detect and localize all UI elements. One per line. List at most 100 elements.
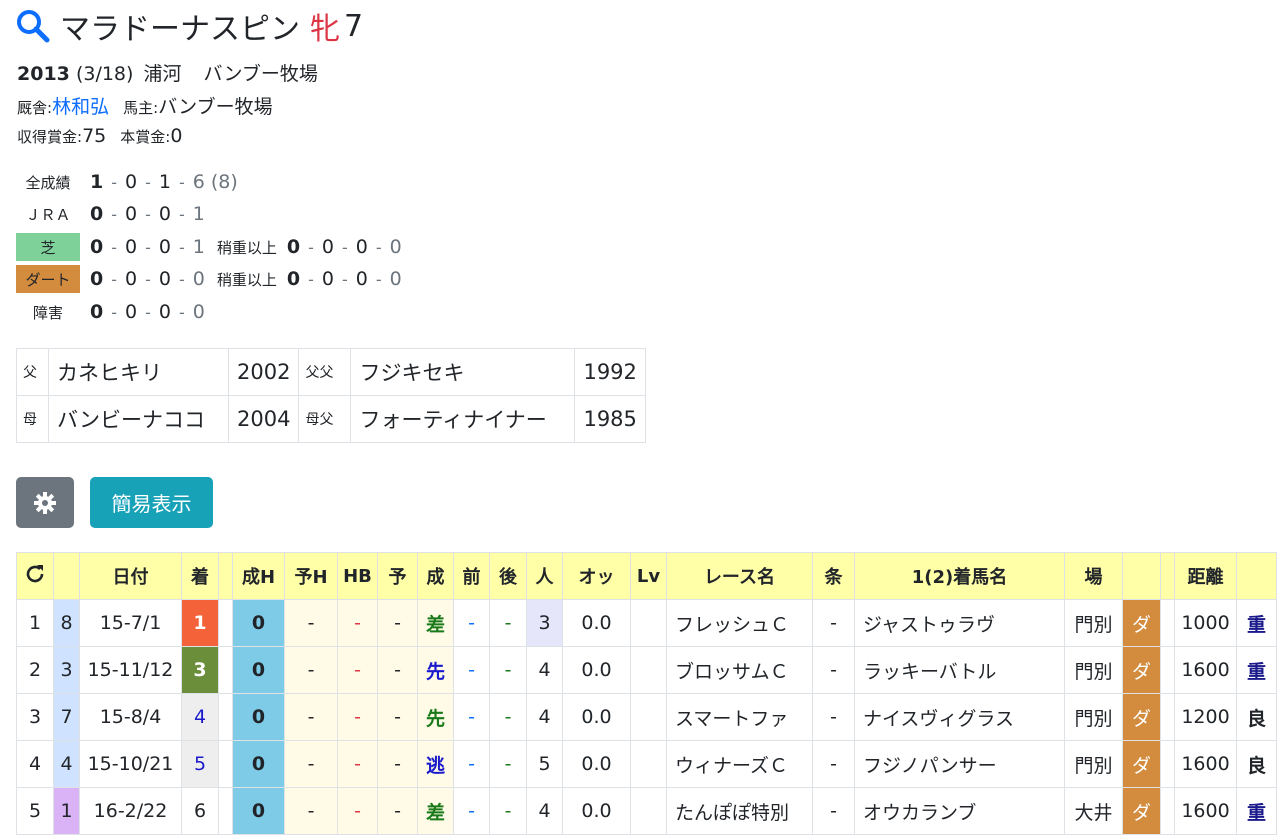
race-date: 15-10/21 xyxy=(79,740,182,788)
main-prize-value: 0 xyxy=(170,125,183,147)
column-header[interactable]: 場 xyxy=(1064,552,1123,600)
winner-name[interactable]: オウカランブ xyxy=(854,787,1065,835)
spacer-cell xyxy=(1160,599,1175,647)
horse-name: マラドーナスピン xyxy=(60,12,300,47)
race-date: 15-8/4 xyxy=(79,693,182,741)
level-cell xyxy=(630,787,667,835)
column-header[interactable] xyxy=(218,552,233,600)
pedigree-year: 2004 xyxy=(227,395,300,443)
course-cell: 門別 xyxy=(1064,646,1123,694)
going-cell: 重 xyxy=(1236,787,1277,835)
waku-cell: 3 xyxy=(53,646,80,694)
race-name[interactable]: フレッシュＣ xyxy=(666,599,813,647)
column-header[interactable]: 予 xyxy=(377,552,418,600)
column-header[interactable]: 人 xyxy=(526,552,563,600)
hb-cell: - xyxy=(337,787,378,835)
pedigree-year: 2002 xyxy=(227,348,300,396)
hb-cell: - xyxy=(337,693,378,741)
record-count: 0 xyxy=(90,268,104,290)
waku-cell: 4 xyxy=(53,740,80,788)
refresh-icon[interactable] xyxy=(23,562,47,586)
record-dash: - xyxy=(341,237,348,257)
race-no: 1 xyxy=(16,599,54,647)
column-header[interactable] xyxy=(1236,552,1277,600)
level-cell xyxy=(630,646,667,694)
distance-cell: 1000 xyxy=(1174,599,1237,647)
hb-cell: - xyxy=(337,599,378,647)
record-dash: - xyxy=(145,204,151,224)
seiH-cell: 0 xyxy=(232,693,285,741)
winner-name[interactable]: ナイスヴィグラス xyxy=(854,693,1065,741)
winner-name[interactable]: ジャストゥラヴ xyxy=(854,599,1065,647)
spacer-cell xyxy=(1160,740,1175,788)
yoH-cell: - xyxy=(284,693,338,741)
column-header[interactable] xyxy=(1160,552,1175,600)
table-row[interactable]: 4 4 15-10/21 5 0- - - 逃 - -5 0.0 ウィナーズＣ - フジノパンサー 門別ダ 1… xyxy=(16,740,1277,788)
column-header[interactable]: 前 xyxy=(453,552,490,600)
earned-value: 75 xyxy=(82,125,107,147)
race-name[interactable]: たんぽぽ特別 xyxy=(666,787,813,835)
column-header[interactable]: 成 xyxy=(417,552,454,600)
column-header[interactable]: 後 xyxy=(489,552,527,600)
race-name[interactable]: ブロッサムＣ xyxy=(666,646,813,694)
record-row: 障害 0-0-0-0 xyxy=(16,297,205,327)
column-header[interactable]: 着 xyxy=(181,552,219,600)
column-header[interactable]: レース名 xyxy=(666,552,813,600)
record-count: 0 xyxy=(158,203,171,225)
birth-info: 2013 (3/18) 浦河 バンブー牧場 xyxy=(17,59,318,86)
settings-button[interactable] xyxy=(16,477,74,528)
table-row[interactable]: 3 7 15-8/4 4 0- - - 先 - -4 0.0 スマートファ - ナイスヴィグラス 門別ダ 12… xyxy=(16,693,1277,741)
finish-rank: 4 xyxy=(181,693,219,741)
waku-cell: 8 xyxy=(53,599,80,647)
column-header[interactable] xyxy=(1122,552,1161,600)
column-header[interactable]: 日付 xyxy=(79,552,182,600)
hb-cell: - xyxy=(337,646,378,694)
table-row[interactable]: 5 1 16-2/22 6 0- - - 差 - -4 0.0 たんぽぽ特別 - オウカランブ 大井ダ 160… xyxy=(16,787,1277,835)
column-header[interactable] xyxy=(16,552,54,600)
earned-label: 収得賞金: xyxy=(17,128,83,146)
column-header[interactable]: 成H xyxy=(232,552,285,600)
pedigree-name[interactable]: バンビーナココ xyxy=(48,395,229,443)
winner-name[interactable]: フジノパンサー xyxy=(854,740,1065,788)
pedigree-name[interactable]: カネヒキリ xyxy=(48,348,229,396)
distance-cell: 1600 xyxy=(1174,740,1237,788)
spacer-cell xyxy=(218,646,233,694)
record-sub-label: 稍重以上 xyxy=(216,270,277,289)
simple-view-button[interactable]: 簡易表示 xyxy=(90,477,213,528)
record-count: 1 xyxy=(192,203,205,225)
column-header[interactable]: オッ xyxy=(562,552,631,600)
column-header[interactable]: 距離 xyxy=(1174,552,1237,600)
pedigree-key: 母 xyxy=(16,395,49,443)
breeder: バンブー牧場 xyxy=(203,63,318,85)
column-header[interactable]: 予H xyxy=(284,552,338,600)
owner-name: バンブー牧場 xyxy=(158,96,273,118)
birth-year: 2013 xyxy=(17,63,70,85)
table-row[interactable]: 2 3 15-11/12 3 0- - - 先 - -4 0.0 ブロッサムＣ - ラッキーバトル 門別ダ 1… xyxy=(16,646,1277,694)
record-count: 0 xyxy=(355,236,368,258)
column-header[interactable]: HB xyxy=(337,552,378,600)
front-cell: - xyxy=(453,787,490,835)
popularity-cell: 4 xyxy=(526,787,563,835)
pedigree-year: 1985 xyxy=(574,395,646,443)
race-name[interactable]: ウィナーズＣ xyxy=(666,740,813,788)
seiH-cell: 0 xyxy=(232,740,285,788)
column-header[interactable] xyxy=(53,552,80,600)
stable-info: 厩舎:林和弘 馬主:バンブー牧場 xyxy=(17,92,273,119)
record-count: 0 xyxy=(158,268,171,290)
trainer-link[interactable]: 林和弘 xyxy=(52,96,109,118)
winner-name[interactable]: ラッキーバトル xyxy=(854,646,1065,694)
pedigree-name[interactable]: フジキセキ xyxy=(350,348,576,396)
pedigree-name[interactable]: フォーティナイナー xyxy=(350,395,576,443)
race-date: 15-7/1 xyxy=(79,599,182,647)
table-row[interactable]: 1 8 15-7/1 1 0- - - 差 - -3 0.0 フレッシュＣ - ジャストゥラヴ 門別ダ 100… xyxy=(16,599,1277,647)
record-dash: - xyxy=(308,269,314,289)
search-icon[interactable] xyxy=(16,9,50,43)
style-cell: 差 xyxy=(417,599,454,647)
going-cell: 良 xyxy=(1236,740,1277,788)
pedigree-key: 母父 xyxy=(298,395,352,443)
record-count: 0 xyxy=(389,236,402,258)
column-header[interactable]: 1(2)着馬名 xyxy=(854,552,1065,600)
column-header[interactable]: Lv xyxy=(630,552,667,600)
race-name[interactable]: スマートファ xyxy=(666,693,813,741)
column-header[interactable]: 条 xyxy=(812,552,855,600)
